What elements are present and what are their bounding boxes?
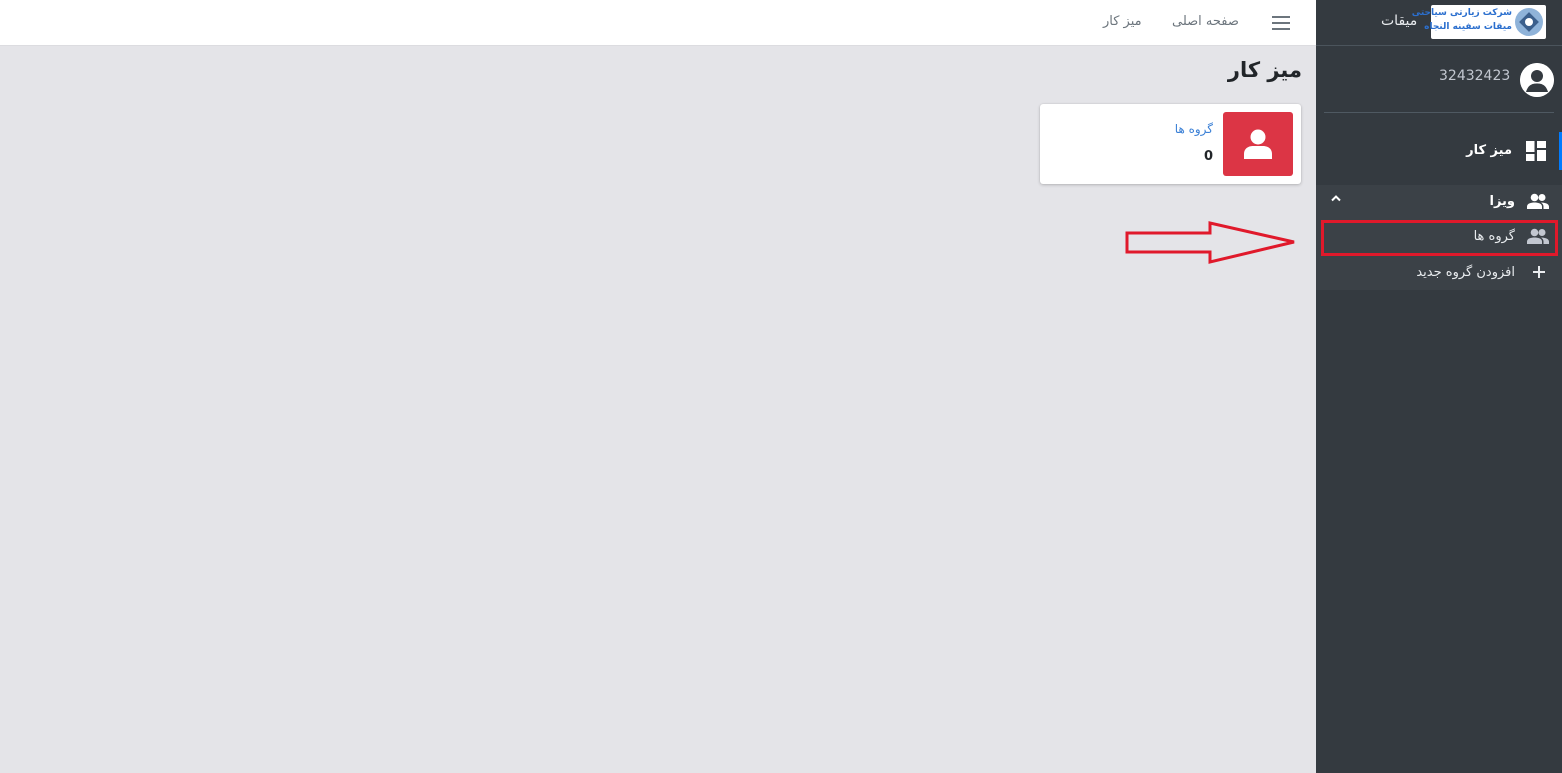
chevron-up-icon[interactable] [1331,194,1341,202]
page-title: میز کار [1227,58,1302,82]
sidebar-item-groups[interactable]: گروه ها [1316,220,1562,255]
user-panel[interactable]: 32432423 [1324,55,1554,113]
sidebar: شرکت زیارتی سیاحتی میقات سفینه النجاه می… [1316,0,1562,773]
users-icon [1527,228,1549,244]
brand-logo-line-2: میقات سفینه النجاه [1424,22,1512,32]
info-box-icon-container [1223,112,1293,176]
nav-link-dashboard[interactable]: میز کار [1103,14,1142,29]
brand-logo-line-1: شرکت زیارتی سیاحتی [1411,8,1512,18]
user-avatar-icon [1520,63,1554,97]
avatar [1520,63,1554,97]
nav-link-home[interactable]: صفحه اصلی [1172,14,1239,29]
info-box-value: 0 [1203,149,1213,164]
user-icon [1244,129,1272,159]
menu-toggle-icon[interactable] [1272,16,1290,30]
sidebar-item-add-group[interactable]: افزودن گروه جدید [1316,257,1562,289]
sidebar-item-label: افزودن گروه جدید [1416,265,1515,280]
annotation-arrow-icon [1125,221,1295,264]
sidebar-item-visa[interactable]: ویزا [1316,185,1562,219]
brand-name: میقات [1381,13,1418,29]
info-box-label: گروه ها [1174,122,1213,136]
brand-logo: شرکت زیارتی سیاحتی میقات سفینه النجاه [1412,5,1546,39]
dashboard-icon [1526,141,1546,161]
sidebar-item-dashboard[interactable]: میز کار [1316,132,1562,170]
sidebar-item-label: ویزا [1489,194,1515,209]
groups-info-box[interactable]: گروه ها 0 [1040,104,1301,184]
sidebar-item-label: گروه ها [1473,229,1515,244]
brand-link[interactable]: شرکت زیارتی سیاحتی میقات سفینه النجاه می… [1316,0,1562,46]
brand-emblem-icon [1515,8,1543,36]
user-name: 32432423 [1439,68,1511,84]
sidebar-item-label: میز کار [1466,143,1512,158]
plus-icon [1533,266,1545,278]
users-icon [1527,193,1549,209]
top-navbar: صفحه اصلی میز کار [0,0,1316,46]
